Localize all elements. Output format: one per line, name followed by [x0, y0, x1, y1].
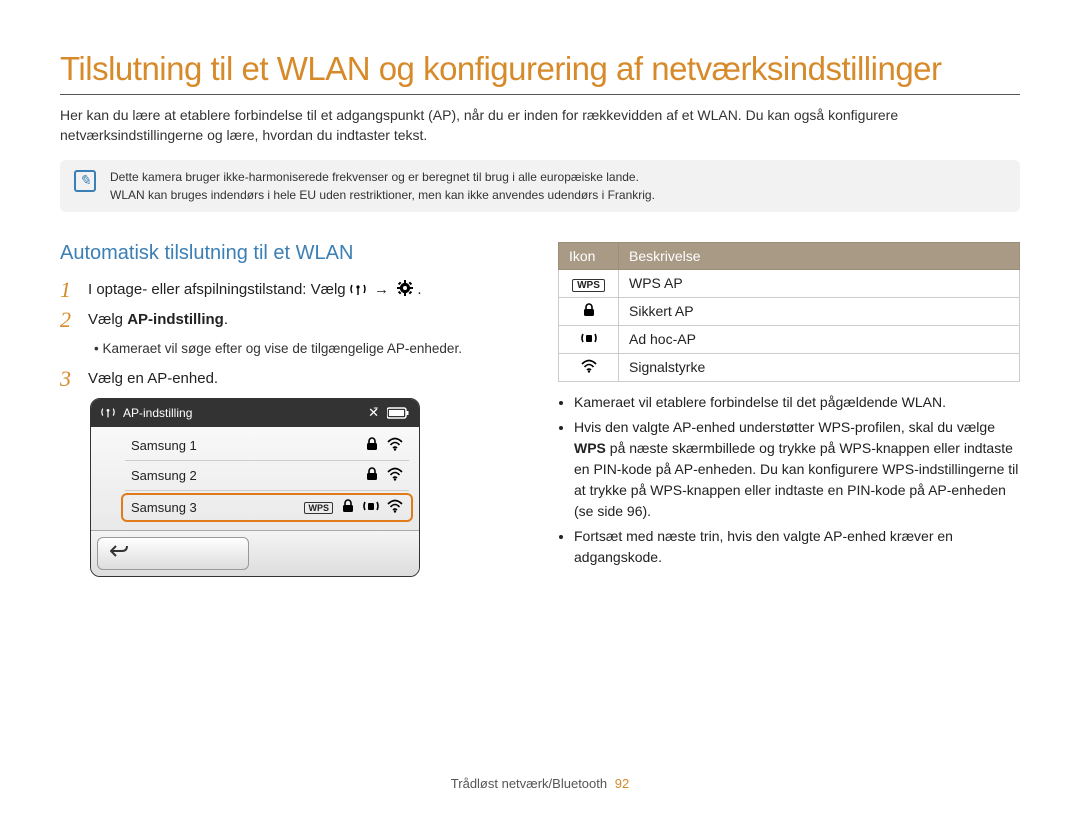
- step-number: 2: [60, 309, 78, 331]
- antenna-icon: [350, 281, 366, 295]
- note-icon: ✎: [74, 170, 96, 192]
- note-box: ✎ Dette kamera bruger ikke-harmoniserede…: [60, 160, 1020, 212]
- arrow-icon: →: [374, 281, 389, 298]
- ap-name: Samsung 3: [131, 500, 296, 515]
- step-2-text-post: .: [224, 311, 228, 328]
- ap-row[interactable]: Samsung 2: [125, 461, 409, 491]
- table-head-desc: Beskrivelse: [619, 242, 1020, 269]
- wifi-icon: [581, 360, 597, 376]
- table-row: Sikkert AP: [559, 297, 1020, 325]
- device-screenshot: AP-indstilling ✕̄ Samsung 1 Samsung 2 Sams…: [90, 398, 420, 577]
- step-2-bold: AP-indstilling: [127, 311, 224, 328]
- wps-badge-icon: WPS: [572, 279, 605, 292]
- lock-icon: [365, 467, 379, 484]
- list-item: Fortsæt med næste trin, hvis den valgte …: [574, 526, 1020, 568]
- table-row: Ad hoc-AP: [559, 325, 1020, 353]
- step-3-text: Vælg en AP-enhed.: [88, 368, 218, 390]
- adhoc-icon: [581, 332, 597, 348]
- note-line-2: WLAN kan bruges indendørs i hele EU uden…: [110, 186, 655, 204]
- step-2: 2 Vælg AP-indstilling.: [60, 309, 522, 331]
- page-footer: Trådløst netværk/Bluetooth 92: [0, 776, 1080, 791]
- page-title: Tilslutning til et WLAN og konfigurering…: [60, 50, 1020, 95]
- text: på næste skærmbillede og trykke på WPS-k…: [574, 440, 1018, 519]
- gear-icon: [397, 280, 413, 294]
- step-number: 1: [60, 279, 78, 301]
- text: Hvis den valgte AP-enhed understøtter WP…: [574, 419, 995, 435]
- antenna-icon: [101, 406, 115, 420]
- step-3: 3 Vælg en AP-enhed.: [60, 368, 522, 390]
- table-row: Signalstyrke: [559, 353, 1020, 381]
- ap-row[interactable]: Samsung 3 WPS: [121, 493, 413, 522]
- no-signal-icon: ✕̄: [368, 405, 379, 421]
- step-2-text-pre: Vælg: [88, 311, 127, 328]
- list-item: Kameraet vil etablere forbindelse til de…: [574, 392, 1020, 413]
- step-2-bullet: Kameraet vil søge efter og vise de tilgæ…: [94, 339, 522, 359]
- ap-name: Samsung 1: [131, 438, 357, 453]
- intro-paragraph: Her kan du lære at etablere forbindelse …: [60, 105, 1020, 146]
- icon-desc: Sikkert AP: [619, 297, 1020, 325]
- page-number: 92: [615, 776, 629, 791]
- table-head-icon: Ikon: [559, 242, 619, 269]
- wifi-icon: [387, 467, 403, 484]
- wifi-icon: [387, 437, 403, 454]
- ap-name: Samsung 2: [131, 468, 357, 483]
- step-1-text-pre: I optage- eller afspilningstilstand: Væl…: [88, 281, 350, 298]
- table-row: WPS WPS AP: [559, 269, 1020, 297]
- back-button[interactable]: [97, 537, 249, 570]
- lock-icon: [582, 304, 596, 320]
- device-header-label: AP-indstilling: [123, 406, 192, 420]
- section-title: Automatisk tilslutning til et WLAN: [60, 242, 522, 265]
- step-1-text-post: .: [417, 281, 421, 298]
- lock-icon: [341, 499, 355, 516]
- icon-desc: Ad hoc-AP: [619, 325, 1020, 353]
- wps-badge-icon: WPS: [304, 502, 333, 514]
- note-line-1: Dette kamera bruger ikke-harmoniserede f…: [110, 168, 655, 186]
- adhoc-icon: [363, 499, 379, 516]
- lock-icon: [365, 437, 379, 454]
- ap-row[interactable]: Samsung 1: [125, 431, 409, 461]
- step-number: 3: [60, 368, 78, 390]
- step-1: 1 I optage- eller afspilningstilstand: V…: [60, 279, 522, 301]
- wifi-icon: [387, 499, 403, 516]
- footer-section: Trådløst netværk/Bluetooth: [451, 776, 607, 791]
- icon-legend-table: Ikon Beskrivelse WPS WPS APSikkert APAd h…: [558, 242, 1020, 382]
- list-item: Hvis den valgte AP-enhed understøtter WP…: [574, 417, 1020, 522]
- icon-desc: WPS AP: [619, 269, 1020, 297]
- text-bold: WPS: [574, 440, 606, 456]
- battery-icon: [387, 407, 409, 419]
- icon-desc: Signalstyrke: [619, 353, 1020, 381]
- right-bullet-list: Kameraet vil etablere forbindelse til de…: [558, 392, 1020, 568]
